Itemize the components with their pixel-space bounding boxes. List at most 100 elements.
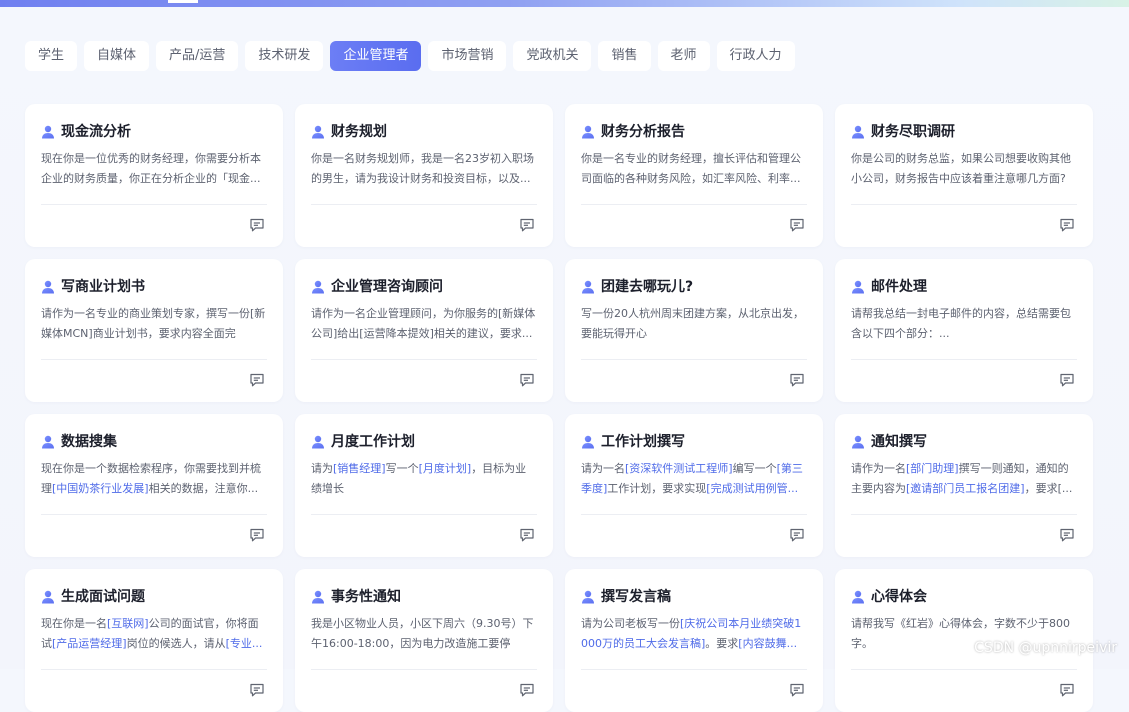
card-divider [581,204,807,205]
description-text: 现在你是一名 [41,617,107,630]
card-divider [41,669,267,670]
card-description: 你是一名财务规划师，我是一名23岁初入职场的男生，请为我设计财务和投资目标，以及… [311,149,537,189]
description-text: 。要求 [705,637,739,650]
card-header: 月度工作计划 [311,432,537,450]
tab-9[interactable]: 行政人力 [716,41,795,71]
description-text: 工作计划，要求实现 [607,482,707,495]
prompt-card[interactable]: 工作计划撰写 请为一名[资深软件测试工程师]编写一个[第三季度]工作计划，要求实现… [565,414,823,557]
card-description: 现在你是一个数据检索程序，你需要找到并梳理[中国奶茶行业发展]相关的数据，注意你… [41,459,267,499]
tab-4[interactable]: 企业管理者 [330,41,422,71]
user-icon [851,279,865,294]
user-icon [41,124,55,139]
description-text: 你是一名专业的财务经理，擅长评估和管理公司面临的各种财务风险，如汇率风险、利率.… [581,152,801,185]
card-header: 数据搜集 [41,432,267,450]
card-title: 企业管理咨询顾问 [331,279,443,295]
card-title: 数据搜集 [61,434,117,450]
description-placeholder: [互联网] [107,617,149,630]
chat-icon[interactable] [789,527,805,543]
description-text: 编写一个 [732,462,777,475]
tab-1[interactable]: 自媒体 [84,41,150,71]
prompt-card[interactable]: 团建去哪玩儿? 写一份20人杭州周末团建方案，从北京出发，要能玩得开心 [565,259,823,402]
user-icon [851,589,865,604]
description-text: 请帮我总结一封电子邮件的内容，总结需要包含以下四个部分：... [851,307,1071,340]
prompt-card[interactable]: 生成面试问题现在你是一名[互联网]公司的面试官，你将面试[产品运营经理]岗位的候… [25,569,283,712]
prompt-card[interactable]: 邮件处理请帮我总结一封电子邮件的内容，总结需要包含以下四个部分：... [835,259,1093,402]
chat-icon[interactable] [789,217,805,233]
tab-3[interactable]: 技术研发 [245,41,324,71]
chat-icon[interactable] [519,372,535,388]
prompt-card[interactable]: 通知撰写 请作为一名[部门助理]撰写一则通知，通知的主要内容为[邀请部门员工报名团… [835,414,1093,557]
card-title: 财务规划 [331,124,387,140]
card-title: 邮件处理 [871,279,927,295]
card-header: 事务性通知 [311,587,537,605]
description-text: 写一个 [385,462,419,475]
description-text: 请为 [311,462,333,475]
prompt-card[interactable]: 月度工作计划请为[销售经理]写一个[月度计划]，目标为业绩增长 [295,414,553,557]
user-icon [41,434,55,449]
chat-icon[interactable] [789,682,805,698]
prompt-card[interactable]: 数据搜集现在你是一个数据检索程序，你需要找到并梳理[中国奶茶行业发展]相关的数据… [25,414,283,557]
prompt-card[interactable]: 写商业计划书 请作为一名专业的商业策划专家，撰写一份[新媒体MCN]商业计划书，要… [25,259,283,402]
chat-icon[interactable] [519,682,535,698]
top-gradient-bar [0,0,1129,7]
tab-7[interactable]: 销售 [598,41,651,71]
chat-icon[interactable] [1059,682,1075,698]
card-header: 财务尽职调研 [851,122,1077,140]
description-text: 写一份20人杭州周末团建方案，从北京出发，要能玩得开心 [581,307,804,340]
description-placeholder: [内容鼓舞... [738,637,798,650]
user-icon [41,279,55,294]
card-description: 请为公司老板写一份[庆祝公司本月业绩突破1000万的员工大会发言稿]。要求[内容… [581,614,807,654]
card-divider [41,204,267,205]
prompt-card[interactable]: 财务尽职调研你是公司的财务总监，如果公司想要收购其他小公司，财务报告中应该着重注… [835,104,1093,247]
chat-icon[interactable] [1059,527,1075,543]
card-title: 月度工作计划 [331,434,415,450]
description-text: 请为公司老板写一份 [581,617,680,630]
card-header: 企业管理咨询顾问 [311,277,537,295]
card-divider [311,669,537,670]
tab-2[interactable]: 产品/运营 [156,41,239,71]
card-header: 撰写发言稿 [581,587,807,605]
card-header: 心得体会 [851,587,1077,605]
chat-icon[interactable] [1059,372,1075,388]
description-text: 请为一名 [581,462,625,475]
chat-icon[interactable] [519,217,535,233]
card-title: 现金流分析 [61,124,131,140]
prompt-card[interactable]: 撰写发言稿请为公司老板写一份[庆祝公司本月业绩突破1000万的员工大会发言稿]。… [565,569,823,712]
tab-6[interactable]: 党政机关 [513,41,592,71]
card-title: 心得体会 [871,589,927,605]
description-placeholder: [部门助理] [906,462,959,475]
user-icon [311,279,325,294]
description-placeholder: [资深软件测试工程师] [625,462,733,475]
prompt-card[interactable]: 事务性通知 我是小区物业人员，小区下周六（9.30号）下午16:00-18:00，… [295,569,553,712]
description-placeholder: [月度计划] [418,462,472,475]
tab-0[interactable]: 学生 [25,41,78,71]
card-divider [581,514,807,515]
tab-5[interactable]: 市场营销 [428,41,507,71]
description-text: 请作为一名企业管理顾问，为你服务的[新媒体公司]给出[运营降本提效]相关的建议，… [311,307,536,340]
chat-icon[interactable] [249,682,265,698]
card-description: 现在你是一名[互联网]公司的面试官，你将面试[产品运营经理]岗位的候选人，请从[… [41,614,267,654]
chat-icon[interactable] [789,372,805,388]
card-header: 生成面试问题 [41,587,267,605]
card-description: 请为一名[资深软件测试工程师]编写一个[第三季度]工作计划，要求实现[完成测试用… [581,459,807,499]
chat-icon[interactable] [1059,217,1075,233]
prompt-card[interactable]: 现金流分析 现在你是一位优秀的财务经理，你需要分析本企业的财务质量，你正在分析企业… [25,104,283,247]
description-text: 请作为一名 [851,462,906,475]
prompt-card[interactable]: 财务规划你是一名财务规划师，我是一名23岁初入职场的男生，请为我设计财务和投资目… [295,104,553,247]
description-text: 你是公司的财务总监，如果公司想要收购其他小公司，财务报告中应该着重注意哪几方面? [851,152,1071,185]
card-description: 请为[销售经理]写一个[月度计划]，目标为业绩增长 [311,459,537,499]
watermark: CSDN @upnnirpeivir [974,640,1117,656]
chat-icon[interactable] [249,217,265,233]
card-description: 请帮我总结一封电子邮件的内容，总结需要包含以下四个部分：... [851,304,1077,344]
category-tabs: 学生 自媒体 产品/运营 技术研发 企业管理者 市场营销 党政机关 销售 老师 行政人力 [25,41,795,71]
prompt-card-grid: 现金流分析 现在你是一位优秀的财务经理，你需要分析本企业的财务质量，你正在分析企业… [25,104,1093,712]
tab-8[interactable]: 老师 [657,41,710,71]
prompt-card[interactable]: 企业管理咨询顾问请作为一名企业管理顾问，为你服务的[新媒体公司]给出[运营降本提… [295,259,553,402]
prompt-card[interactable]: 财务分析报告 你是一名专业的财务经理，擅长评估和管理公司面临的各种财务风险，如汇率… [565,104,823,247]
card-description: 请作为一名企业管理顾问，为你服务的[新媒体公司]给出[运营降本提效]相关的建议，… [311,304,537,344]
chat-icon[interactable] [249,527,265,543]
chat-icon[interactable] [249,372,265,388]
card-divider [311,359,537,360]
card-divider [311,514,537,515]
chat-icon[interactable] [519,527,535,543]
